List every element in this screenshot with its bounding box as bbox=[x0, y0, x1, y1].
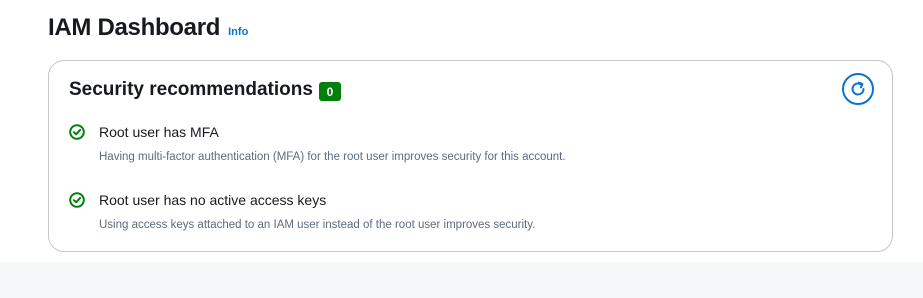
recommendation-description: Using access keys attached to an IAM use… bbox=[99, 219, 536, 231]
check-circle-icon bbox=[69, 192, 85, 208]
page-header: IAM Dashboard Info bbox=[48, 12, 248, 44]
recommendation-list: Root user has MFA Having multi-factor au… bbox=[69, 123, 859, 259]
refresh-button[interactable] bbox=[842, 73, 874, 105]
card-title: Security recommendations bbox=[69, 79, 313, 100]
refresh-icon bbox=[851, 81, 865, 96]
page-title: IAM Dashboard bbox=[48, 14, 221, 41]
recommendation-description: Having multi-factor authentication (MFA)… bbox=[99, 151, 566, 163]
security-recommendations-card: Security recommendations 0 Root user has… bbox=[48, 60, 893, 252]
recommendation-count-badge: 0 bbox=[318, 82, 341, 101]
card-header: Security recommendations 0 bbox=[69, 77, 341, 103]
recommendation-item: Root user has MFA Having multi-factor au… bbox=[69, 123, 859, 191]
check-circle-icon bbox=[69, 124, 85, 140]
recommendation-title: Root user has no active access keys bbox=[99, 192, 327, 208]
recommendation-title: Root user has MFA bbox=[99, 124, 219, 140]
recommendation-item: Root user has no active access keys Usin… bbox=[69, 191, 859, 259]
info-link[interactable]: Info bbox=[228, 26, 248, 38]
